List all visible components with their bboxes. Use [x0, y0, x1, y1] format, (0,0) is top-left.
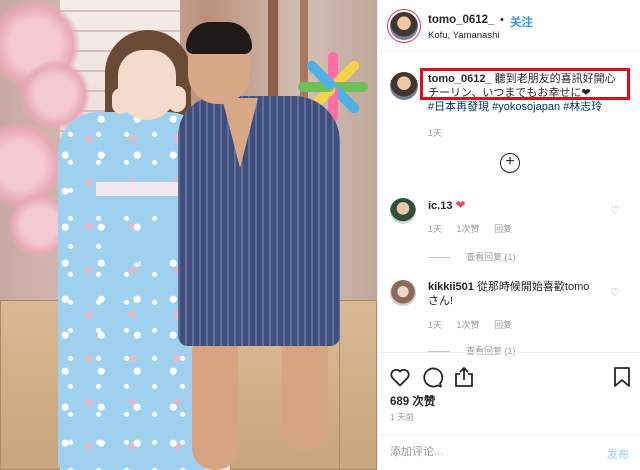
comment-likes[interactable]: 1次赞: [457, 320, 480, 330]
comment-username[interactable]: ic.13: [428, 200, 452, 212]
comment-input[interactable]: [390, 446, 590, 458]
comment-bar: 发布: [378, 435, 640, 470]
share-icon[interactable]: [452, 365, 476, 389]
man-leg: [192, 330, 238, 470]
caption-highlight-box: [420, 68, 630, 100]
post-location[interactable]: Kofu, Yamanashi: [428, 30, 499, 41]
bookmark-icon[interactable]: [610, 365, 634, 389]
wooden-bench: [0, 300, 60, 470]
post-actions: 689 次赞 1 天前 发布: [378, 352, 640, 461]
post-timestamp: 1 天前: [390, 412, 415, 422]
likes-count[interactable]: 689 次赞: [390, 393, 435, 409]
comment-bubble-icon[interactable]: [420, 365, 444, 389]
striped-jinbei: [178, 96, 340, 346]
comment-like-heart-icon[interactable]: ♡: [610, 286, 620, 299]
comment-likes[interactable]: 1次赞: [457, 224, 480, 234]
yukata-obi: [96, 182, 184, 196]
like-heart-icon[interactable]: [388, 365, 412, 389]
comment-meta: 1天 1次赞 回复: [428, 222, 524, 235]
comment-reply-button[interactable]: 回复: [494, 224, 512, 234]
post-detail-panel: tomo_0612_ • 关注 Kofu, Yamanashi tomo_061…: [377, 0, 640, 470]
man-hair: [186, 22, 252, 54]
comment-text-line-2: さん!: [428, 295, 454, 307]
comment-time: 1天: [428, 320, 443, 330]
comment-body: kikkii501 從那時候開始喜歡tomo: [428, 280, 589, 295]
comment-meta: 1天 1次赞 回复: [428, 318, 524, 331]
load-more-comments-icon[interactable]: +: [500, 153, 520, 173]
caption-hashtags[interactable]: #日本再發現 #yokosojapan #林志玲: [428, 100, 602, 114]
red-heart-icon: ❤: [455, 198, 466, 212]
author-avatar[interactable]: [390, 12, 418, 40]
comment-avatar[interactable]: [390, 280, 416, 306]
comment-avatar[interactable]: [390, 198, 416, 224]
comment-like-heart-icon[interactable]: ♡: [610, 204, 620, 217]
post-photo[interactable]: [0, 0, 377, 470]
caption-time: 1天: [428, 128, 443, 138]
comment-text: 從那時候開始喜歡tomo: [476, 281, 590, 293]
comment-time: 1天: [428, 224, 443, 234]
woman-hand: [112, 88, 130, 114]
woman-hand: [168, 86, 186, 112]
separator-dot: •: [500, 14, 504, 26]
author-username[interactable]: tomo_0612_: [428, 14, 494, 26]
comment-username[interactable]: kikkii501: [428, 281, 474, 293]
view-replies-button[interactable]: 查看回复 (1): [428, 250, 516, 263]
comment-body: ic.13 ❤: [428, 198, 466, 214]
follow-button[interactable]: 关注: [510, 14, 533, 30]
caption-avatar[interactable]: [390, 72, 418, 100]
post-header: tomo_0612_ • 关注 Kofu, Yamanashi: [378, 0, 640, 52]
post-comment-button[interactable]: 发布: [607, 446, 629, 462]
comment-reply-button[interactable]: 回复: [494, 320, 512, 330]
